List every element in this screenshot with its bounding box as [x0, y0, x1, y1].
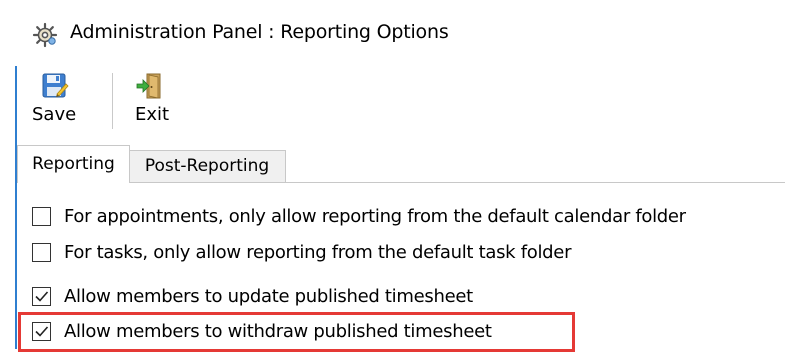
gear-icon: [32, 22, 58, 48]
option-label: Allow members to withdraw published time…: [64, 321, 492, 342]
window-title: Administration Panel : Reporting Options: [70, 21, 449, 43]
reporting-options-panel: For appointments, only allow reporting f…: [17, 183, 785, 349]
checkmark-icon: [35, 291, 49, 302]
tab-reporting[interactable]: Reporting: [17, 145, 130, 183]
checkbox-checked[interactable]: [32, 322, 51, 341]
tab-strip: Reporting Post-Reporting: [17, 145, 785, 184]
option-label: Allow members to update published timesh…: [64, 286, 473, 307]
tab-post-reporting[interactable]: Post-Reporting: [129, 150, 286, 183]
exit-button[interactable]: Exit: [131, 66, 171, 132]
toolbar-separator: [112, 73, 113, 129]
title-bar: Administration Panel : Reporting Options: [0, 0, 785, 66]
save-disk-icon: [42, 73, 69, 98]
toolbar: Save Exit: [17, 66, 785, 140]
exit-door-icon: [136, 73, 161, 99]
option-label: For tasks, only allow reporting from the…: [64, 242, 572, 263]
exit-label: Exit: [135, 104, 170, 125]
save-button[interactable]: Save: [31, 66, 77, 132]
save-label: Save: [32, 104, 77, 125]
checkbox-checked[interactable]: [32, 287, 51, 306]
checkbox-unchecked[interactable]: [32, 243, 51, 262]
option-label: For appointments, only allow reporting f…: [64, 206, 686, 227]
checkmark-icon: [35, 326, 49, 337]
checkbox-unchecked[interactable]: [32, 207, 51, 226]
